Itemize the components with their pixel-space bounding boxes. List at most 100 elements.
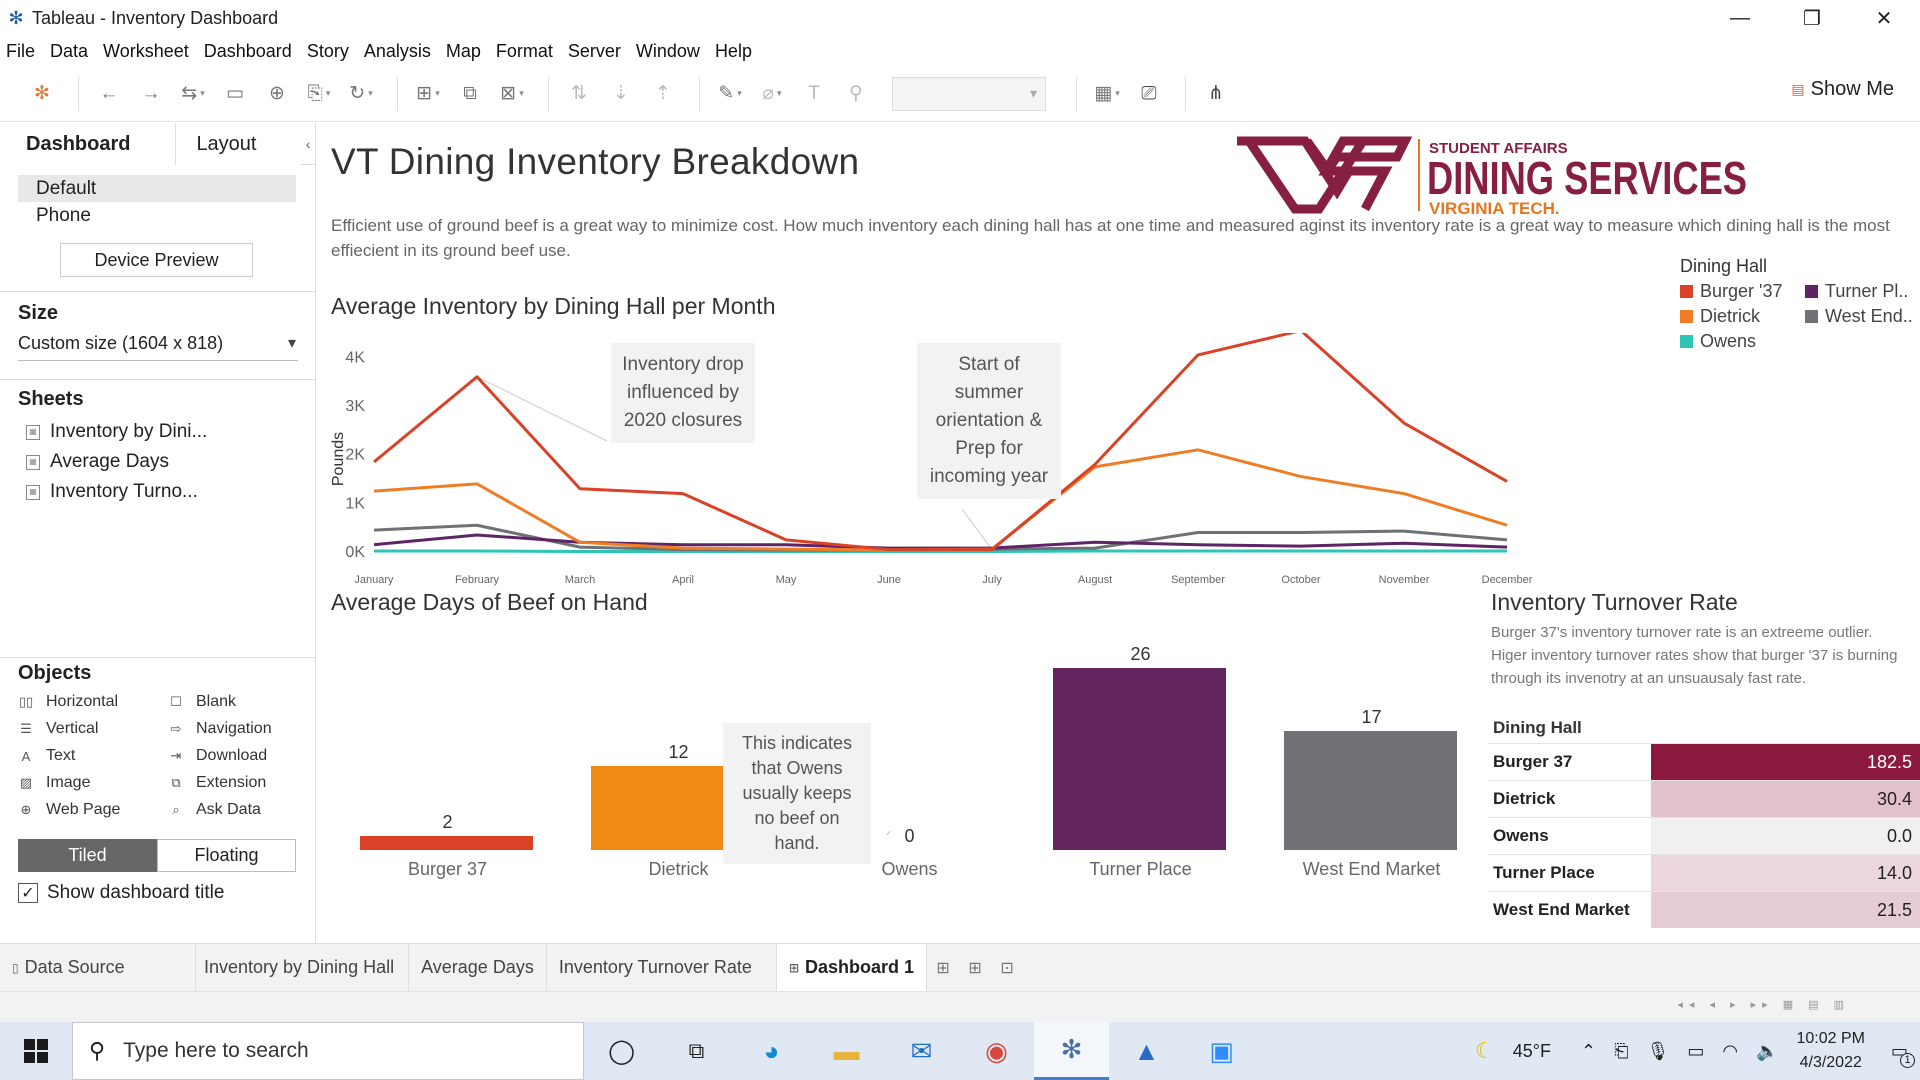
duplicate-sheet-icon[interactable]: ⧉ [452, 76, 488, 112]
tab-data-source[interactable]: ▯ Data Source [0, 943, 196, 992]
tab-average-days[interactable]: Average Days [409, 943, 547, 992]
menu-map[interactable]: Map [446, 41, 481, 62]
restore-button[interactable]: ❐ [1776, 0, 1848, 36]
wifi-icon[interactable]: ◠ [1722, 1041, 1738, 1062]
redo-icon[interactable]: → [133, 76, 169, 112]
taskbar-search-box[interactable]: ⚲ Type here to search [72, 1022, 584, 1080]
mail-icon[interactable]: ✉ [884, 1022, 959, 1080]
menu-window[interactable]: Window [636, 41, 700, 62]
chrome-icon[interactable]: ◉ [959, 1022, 1034, 1080]
notifications-icon[interactable]: ▭ 1 [1891, 1041, 1915, 1068]
legend-item-west-end-market[interactable]: West End.. [1805, 306, 1920, 327]
object-download[interactable]: ⇥ Download [168, 747, 318, 765]
sheet-average-days[interactable]: ▦ Average Days [0, 447, 315, 477]
device-phone[interactable]: Phone [18, 202, 296, 229]
volume-icon[interactable]: 🔈 [1756, 1041, 1778, 1062]
legend-item-turner-place[interactable]: Turner Pl.. [1805, 281, 1920, 302]
sheet-inventory-by-dining-hall[interactable]: ▦ Inventory by Dini... [0, 417, 315, 447]
battery-icon[interactable]: ▭ [1687, 1041, 1704, 1062]
show-title-checkbox[interactable]: ✓ [18, 883, 38, 903]
object-navigation[interactable]: ⇨ Navigation [168, 720, 318, 738]
new-worksheet-icon[interactable]: ⊞ [927, 944, 959, 992]
object-text[interactable]: A Text [18, 747, 168, 765]
series-line-turner-place[interactable] [373, 533, 1508, 550]
new-data-source-icon[interactable]: ⊕ [259, 76, 295, 112]
sort-ascending-icon[interactable]: ⇣ [603, 76, 639, 112]
highlight-icon[interactable]: ✎ ▾ [712, 76, 748, 112]
menu-worksheet[interactable]: Worksheet [103, 41, 189, 62]
object-horizontal[interactable]: ▯▯ Horizontal [18, 693, 168, 711]
swap-rows-columns-icon[interactable]: ⇅ [561, 76, 597, 112]
zoom-icon[interactable]: ▣ [1184, 1022, 1259, 1080]
bar-turner-place[interactable] [1053, 668, 1226, 850]
show-dashboard-title-option[interactable]: ✓ Show dashboard title [18, 882, 315, 904]
new-worksheet-icon[interactable]: ⊞ ▾ [410, 76, 446, 112]
legend-item-dietrick[interactable]: Dietrick [1680, 306, 1805, 327]
legend-item-burger-37[interactable]: Burger '37 [1680, 281, 1805, 302]
table-row[interactable]: Burger 37 182.5 [1488, 743, 1920, 780]
group-members-icon[interactable]: ⌀ ▾ [754, 76, 790, 112]
show-hidden-icons-icon[interactable]: ⌃ [1581, 1041, 1596, 1062]
object-vertical[interactable]: ☰ Vertical [18, 720, 168, 738]
undo-icon[interactable]: ← [91, 76, 127, 112]
table-row[interactable]: Turner Place 14.0 [1488, 854, 1920, 891]
legend-item-owens[interactable]: Owens [1680, 331, 1805, 352]
menu-dashboard[interactable]: Dashboard [204, 41, 292, 62]
menu-story[interactable]: Story [307, 41, 349, 62]
menu-data[interactable]: Data [50, 41, 88, 62]
tab-inventory-turnover-rate[interactable]: Inventory Turnover Rate [547, 943, 777, 992]
object-extension[interactable]: ⧉ Extension [168, 774, 318, 792]
menu-server[interactable]: Server [568, 41, 621, 62]
start-button[interactable] [0, 1022, 72, 1080]
tableau-home-icon[interactable]: ✻ [24, 76, 60, 112]
table-row[interactable]: Owens 0.0 [1488, 817, 1920, 854]
device-default[interactable]: Default [18, 175, 296, 202]
collapse-panel-icon[interactable]: ‹ [301, 123, 315, 164]
weather-moon-icon[interactable]: ☾ [1475, 1038, 1495, 1064]
menu-analysis[interactable]: Analysis [364, 41, 431, 62]
photos-icon[interactable]: ▲ [1109, 1022, 1184, 1080]
new-dashboard-icon[interactable]: ⊞ [959, 944, 991, 992]
tab-layout[interactable]: Layout [175, 123, 302, 165]
object-web-page[interactable]: ⊕ Web Page [18, 801, 168, 819]
cortana-icon[interactable]: ◯ [584, 1022, 659, 1080]
meet-now-icon[interactable]: ⎗ [1614, 1041, 1628, 1062]
fit-select[interactable] [892, 76, 1046, 111]
table-row[interactable]: Dietrick 30.4 [1488, 780, 1920, 817]
object-blank[interactable]: ☐ Blank [168, 693, 318, 711]
task-view-icon[interactable]: ⧉ [659, 1022, 734, 1080]
tab-dashboard-1[interactable]: ⊞ Dashboard 1 [776, 943, 928, 992]
tab-inventory-by-dining-hall[interactable]: Inventory by Dining Hall [196, 943, 410, 992]
show-mark-labels-icon[interactable]: T [796, 76, 832, 112]
menu-file[interactable]: File [6, 41, 35, 62]
fix-axes-icon[interactable]: ⚲ [838, 76, 874, 112]
menu-format[interactable]: Format [496, 41, 553, 62]
sheet-inventory-turnover[interactable]: ▦ Inventory Turno... [0, 477, 315, 507]
object-ask-data[interactable]: ⌕ Ask Data [168, 801, 318, 819]
tiled-button[interactable]: Tiled [18, 839, 157, 872]
size-select[interactable]: Custom size (1604 x 818) [18, 333, 298, 361]
floating-button[interactable]: Floating [157, 839, 296, 872]
object-image[interactable]: ▨ Image [18, 774, 168, 792]
show-me-button[interactable]: ▤ Show Me [1791, 78, 1894, 101]
close-button[interactable]: ✕ [1848, 0, 1920, 36]
microphone-icon[interactable]: 🎙 [1646, 1041, 1669, 1062]
file-explorer-icon[interactable]: ▬ [809, 1022, 884, 1080]
new-story-icon[interactable]: ⊡ [991, 944, 1023, 992]
presentation-mode-icon[interactable]: ⎚ [1131, 76, 1167, 112]
pause-updates-icon[interactable]: ⎘ ▾ [301, 76, 337, 112]
sort-descending-icon[interactable]: ⇡ [645, 76, 681, 112]
table-row[interactable]: West End Market 21.5 [1488, 891, 1920, 928]
sheet-navigation-arrows[interactable]: ◂◂ ◂ ▸ ▸▸ ▦ ▤ ▥ [1677, 998, 1850, 1011]
replay-animation-icon[interactable]: ⇆ ▾ [175, 76, 211, 112]
tableau-taskbar-icon[interactable]: ✻ [1034, 1022, 1109, 1080]
weather-temperature[interactable]: 45°F [1513, 1041, 1551, 1062]
show-cards-icon[interactable]: ▦ ▾ [1089, 76, 1125, 112]
share-icon[interactable]: ⋔ [1198, 76, 1234, 112]
tab-dashboard[interactable]: Dashboard [0, 123, 176, 165]
bar-west-end-market[interactable] [1284, 731, 1457, 850]
menu-help[interactable]: Help [715, 41, 752, 62]
edge-browser-icon[interactable]: ◕ [734, 1022, 809, 1080]
minimize-button[interactable]: — [1704, 0, 1776, 36]
clock[interactable]: 10:02 PM 4/3/2022 [1797, 1027, 1865, 1075]
